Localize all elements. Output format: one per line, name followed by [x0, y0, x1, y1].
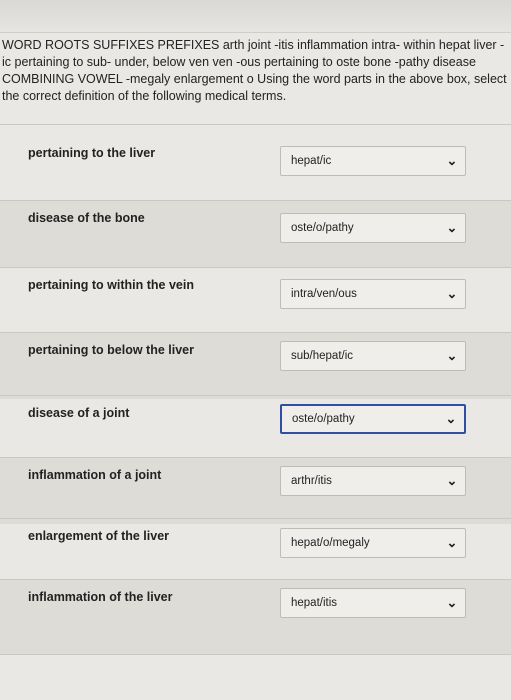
chevron-down-icon[interactable]: ⌄ — [443, 286, 461, 302]
answer-dropdown[interactable]: intra/ven/ous ⌄ — [280, 279, 466, 309]
chevron-down-icon[interactable]: ⌄ — [443, 535, 461, 551]
term-label: inflammation of the liver — [28, 590, 173, 604]
term-label: inflammation of a joint — [28, 468, 162, 482]
answer-dropdown[interactable]: hepat/ic ⌄ — [280, 146, 466, 176]
term-label: pertaining to within the vein — [28, 278, 194, 292]
dropdown-value: hepat/itis — [291, 597, 338, 609]
answer-dropdown[interactable]: arthr/itis ⌄ — [280, 466, 466, 496]
chevron-down-icon[interactable]: ⌄ — [443, 473, 461, 489]
term-label: pertaining to below the liver — [28, 343, 194, 357]
answer-dropdown[interactable]: hepat/itis ⌄ — [280, 588, 466, 618]
chevron-down-icon[interactable]: ⌄ — [443, 153, 461, 169]
dropdown-value: arthr/itis — [291, 475, 332, 487]
top-toolbar — [0, 0, 511, 33]
chevron-down-icon[interactable]: ⌄ — [443, 348, 461, 364]
divider — [0, 124, 511, 125]
term-label: disease of the bone — [28, 211, 145, 225]
dropdown-value: hepat/ic — [291, 155, 332, 167]
dropdown-value: hepat/o/megaly — [291, 537, 370, 549]
chevron-down-icon[interactable]: ⌄ — [443, 595, 461, 611]
term-label: disease of a joint — [28, 406, 130, 420]
dropdown-value: oste/o/pathy — [291, 222, 354, 234]
answer-dropdown[interactable]: oste/o/pathy ⌄ — [280, 213, 466, 243]
chevron-down-icon[interactable]: ⌄ — [443, 220, 461, 236]
term-label: pertaining to the liver — [28, 146, 156, 160]
answer-dropdown[interactable]: oste/o/pathy ⌄ — [280, 404, 466, 434]
answer-dropdown[interactable]: sub/hepat/ic ⌄ — [280, 341, 466, 371]
answer-dropdown[interactable]: hepat/o/megaly ⌄ — [280, 528, 466, 558]
divider — [0, 654, 511, 655]
question-instructions: WORD ROOTS SUFFIXES PREFIXES arth joint … — [2, 38, 507, 103]
dropdown-value: intra/ven/ous — [291, 288, 357, 300]
chevron-down-icon[interactable]: ⌄ — [442, 411, 460, 427]
term-label: enlargement of the liver — [28, 529, 170, 543]
dropdown-value: oste/o/pathy — [292, 413, 355, 425]
dropdown-value: sub/hepat/ic — [291, 350, 354, 362]
